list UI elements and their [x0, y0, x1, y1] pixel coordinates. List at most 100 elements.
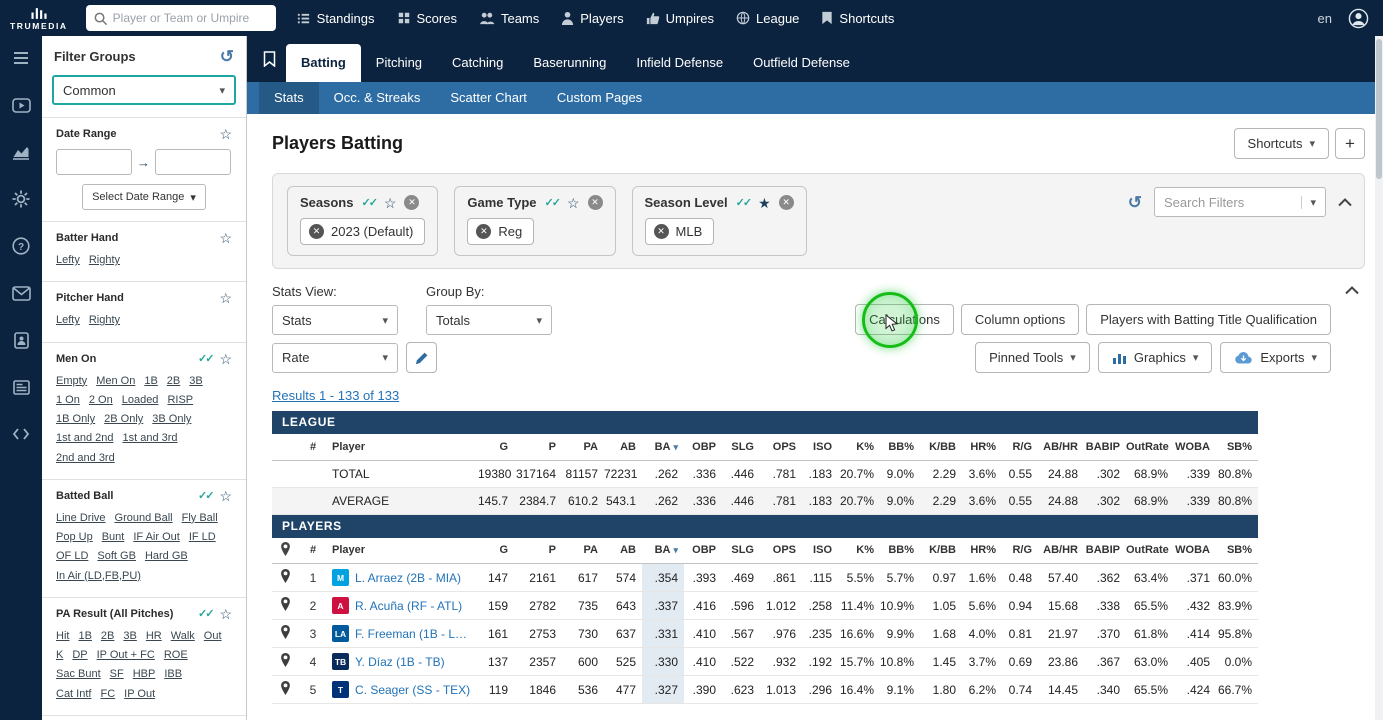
filter-option-link[interactable]: Pop Up	[56, 528, 93, 547]
chart-icon[interactable]	[11, 142, 31, 162]
col-OPS[interactable]: OPS	[760, 537, 802, 564]
filter-option-link[interactable]: 2B Only	[104, 410, 143, 429]
tab-occ-streaks[interactable]: Occ. & Streaks	[319, 82, 436, 114]
tab-custom-pages[interactable]: Custom Pages	[542, 82, 657, 114]
filter-option-link[interactable]: 1st and 2nd	[56, 429, 114, 448]
col-P[interactable]: P	[514, 434, 562, 461]
pin-row-icon[interactable]	[272, 591, 298, 620]
multi-select-check-icon[interactable]: ✓✓	[198, 607, 215, 620]
col-Kpct[interactable]: K%	[838, 537, 880, 564]
col-SLG[interactable]: SLG	[722, 537, 760, 564]
filter-option-link[interactable]: ROE	[164, 646, 188, 665]
filter-option-link[interactable]: 2B	[101, 627, 114, 646]
filter-option-link[interactable]: 1B	[78, 627, 91, 646]
col-AB[interactable]: AB	[604, 537, 642, 564]
tab-catching[interactable]: Catching	[437, 44, 518, 82]
code-icon[interactable]	[11, 424, 31, 444]
tab-stats[interactable]: Stats	[259, 82, 319, 114]
filter-option-link[interactable]: Out	[204, 627, 222, 646]
pinned-tools-dropdown[interactable]: Pinned Tools ▾	[975, 342, 1090, 373]
filter-option-link[interactable]: 1B	[144, 372, 157, 391]
filter-option-link[interactable]: 3B	[123, 627, 136, 646]
player-column-header[interactable]: Player	[328, 434, 478, 461]
filter-option-link[interactable]: 1 On	[56, 391, 80, 410]
filter-option-link[interactable]: Walk	[171, 627, 195, 646]
filter-option-link[interactable]: Ground Ball	[115, 509, 173, 528]
multi-select-check-icon[interactable]: ✓✓	[361, 196, 378, 209]
col-OBP[interactable]: OBP	[684, 434, 722, 461]
tab-scatter-chart[interactable]: Scatter Chart	[435, 82, 542, 114]
col-OPS[interactable]: OPS	[760, 434, 802, 461]
pin-row-icon[interactable]	[272, 675, 298, 704]
nav-players[interactable]: Players	[561, 11, 624, 26]
favorite-star-icon[interactable]: ☆	[384, 196, 397, 210]
favorite-star-icon[interactable]: ☆	[219, 231, 232, 245]
favorite-star-icon[interactable]: ☆	[219, 127, 232, 141]
player-name-link[interactable]: L. Arraez (2B - MIA)	[355, 571, 461, 585]
col-KBB[interactable]: K/BB	[920, 434, 962, 461]
language-selector[interactable]: en	[1318, 11, 1332, 26]
add-page-button[interactable]: +	[1335, 128, 1365, 159]
multi-select-check-icon[interactable]: ✓✓	[198, 489, 215, 502]
results-count[interactable]: Results 1 - 133 of 133	[272, 388, 399, 403]
filter-option-link[interactable]: 2 On	[89, 391, 113, 410]
col-G[interactable]: G	[478, 537, 514, 564]
filter-option-link[interactable]: IP Out + FC	[97, 646, 155, 665]
scrollbar-thumb[interactable]	[1376, 39, 1382, 179]
filter-option-link[interactable]: 2B	[167, 372, 180, 391]
rank-column-header[interactable]: #	[298, 434, 328, 461]
filter-chip[interactable]: ✕ 2023 (Default)	[300, 218, 426, 245]
player-name-link[interactable]: C. Seager (SS - TEX)	[355, 683, 470, 697]
collapse-controls-icon[interactable]	[1345, 286, 1359, 295]
col-SLG[interactable]: SLG	[722, 434, 760, 461]
col-RG[interactable]: R/G	[1002, 434, 1038, 461]
select-date-range-button[interactable]: Select Date Range ▾	[82, 184, 206, 210]
filter-group-select[interactable]: Common ▾	[52, 75, 236, 105]
col-SBpct[interactable]: SB%	[1216, 434, 1258, 461]
remove-group-icon[interactable]: ✕	[778, 195, 794, 210]
pin-column-header[interactable]	[272, 537, 298, 564]
col-ISO[interactable]: ISO	[802, 434, 838, 461]
settings-icon[interactable]	[11, 189, 31, 209]
col-G[interactable]: G	[478, 434, 514, 461]
filter-option-link[interactable]: Lefty	[56, 311, 80, 330]
bookmark-page-icon[interactable]	[263, 51, 276, 67]
col-OutRate[interactable]: OutRate	[1126, 537, 1174, 564]
filter-option-link[interactable]: Men On	[96, 372, 135, 391]
filter-option-link[interactable]: Cat Intf	[56, 685, 91, 704]
remove-chip-icon[interactable]: ✕	[476, 224, 492, 239]
filter-option-link[interactable]: Hard GB	[145, 547, 188, 566]
filter-option-link[interactable]: SF	[110, 665, 124, 684]
tab-batting[interactable]: Batting	[286, 44, 361, 82]
nav-shortcuts[interactable]: Shortcuts	[821, 11, 894, 26]
favorite-star-icon[interactable]: ☆	[567, 196, 580, 210]
menu-icon[interactable]	[11, 48, 31, 68]
col-OBP[interactable]: OBP	[684, 537, 722, 564]
filter-option-link[interactable]: IF LD	[189, 528, 216, 547]
filter-option-link[interactable]: K	[56, 646, 63, 665]
filter-option-link[interactable]: HBP	[133, 665, 156, 684]
multi-select-check-icon[interactable]: ✓✓	[545, 196, 562, 209]
player-name-link[interactable]: R. Acuña (RF - ATL)	[355, 599, 462, 613]
player-name-link[interactable]: F. Freeman (1B - LAD)	[355, 627, 472, 641]
qualification-button[interactable]: Players with Batting Title Qualification	[1086, 304, 1331, 335]
col-HRpct[interactable]: HR%	[962, 537, 1002, 564]
nav-scores[interactable]: Scores	[397, 11, 457, 26]
filter-chip[interactable]: ✕ MLB	[644, 218, 715, 245]
contacts-icon[interactable]	[11, 330, 31, 350]
pin-row-icon[interactable]	[272, 563, 298, 592]
remove-chip-icon[interactable]: ✕	[309, 224, 324, 239]
nav-umpires[interactable]: Umpires	[646, 11, 714, 26]
favorite-star-icon[interactable]: ☆	[219, 291, 232, 305]
filter-option-link[interactable]: Line Drive	[56, 509, 106, 528]
filter-option-link[interactable]: Bunt	[102, 528, 125, 547]
rank-column-header[interactable]: #	[298, 537, 328, 564]
filter-option-link[interactable]: IBB	[164, 665, 182, 684]
filter-option-link[interactable]: IF Air Out	[133, 528, 179, 547]
collapse-filters-icon[interactable]	[1338, 197, 1352, 207]
favorite-star-icon[interactable]: ☆	[219, 352, 232, 366]
exports-dropdown[interactable]: Exports ▾	[1220, 342, 1331, 373]
filter-option-link[interactable]: RISP	[167, 391, 193, 410]
col-WOBA[interactable]: WOBA	[1174, 537, 1216, 564]
graphics-dropdown[interactable]: Graphics ▾	[1097, 342, 1213, 373]
